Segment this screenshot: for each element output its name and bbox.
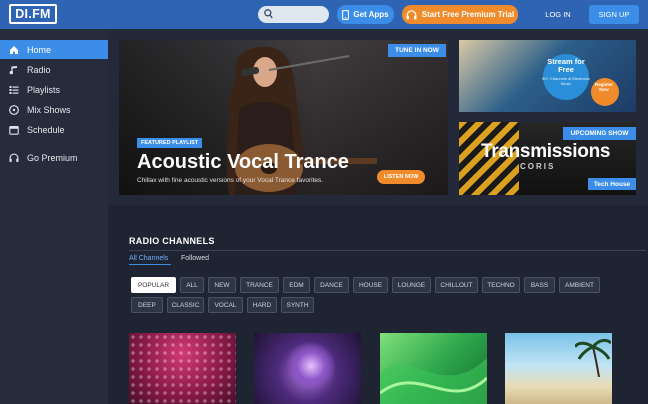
difm-logo[interactable]: DI.FM [9,4,57,24]
featured-playlist-label: FEATURED PLAYLIST [137,138,203,148]
genre-chip-techno[interactable]: TECHNO [482,277,520,293]
search-input[interactable] [276,7,326,22]
promo-title: Stream for Free [547,57,585,74]
genre-chip-edm[interactable]: EDM [283,277,310,293]
tab-all-channels[interactable]: All Channels [129,255,168,262]
active-tab-underline [129,264,171,265]
tile-artwork [380,358,487,404]
register-now-button[interactable]: Register Now [590,82,618,92]
channel-tile[interactable] [254,333,361,404]
home-icon [9,45,19,55]
upcoming-show-artist: CORIS [520,162,556,171]
channel-tile[interactable] [505,333,612,404]
calendar-icon [9,125,19,135]
search-box[interactable] [258,6,329,23]
headphones-icon [9,153,19,163]
featured-title[interactable]: Acoustic Vocal Trance [137,151,349,174]
sidebar-item-playlists[interactable]: Playlists [0,80,108,99]
genre-chip-hard[interactable]: HARD [247,297,277,313]
signup-button[interactable]: SIGN UP [589,5,639,24]
genre-chip-new[interactable]: NEW [208,277,236,293]
genre-chip-classic[interactable]: CLASSIC [167,297,204,313]
tab-followed[interactable]: Followed [181,255,209,262]
disc-icon [9,104,19,115]
genre-chip-bass[interactable]: BASS [524,277,555,293]
genre-chip-all[interactable]: ALL [180,277,204,293]
genre-chip-chillout[interactable]: CHILLOUT [435,277,478,293]
genre-badge[interactable]: Tech House [588,178,636,190]
upcoming-show-title: Transmissions [481,141,611,162]
phone-icon [342,9,350,20]
sidebar-item-label: Schedule [27,124,65,135]
radio-channels-heading: RADIO CHANNELS [129,236,215,246]
featured-description: Chillax with fine acoustic versions of y… [137,177,324,184]
genre-chip-dance[interactable]: DANCE [314,277,349,293]
divider [129,250,646,251]
sidebar-item-label: Go Premium [27,152,78,163]
sidebar-item-label: Playlists [27,84,61,95]
tune-in-now-badge: TUNE IN NOW [388,44,446,57]
channel-tile[interactable] [380,333,487,404]
headphones-icon [406,9,417,19]
premium-trial-button[interactable]: Start Free Premium Trial [402,5,518,24]
genre-chip-house[interactable]: HOUSE [353,277,388,293]
promo-subtitle: 90+ Channels of Electronic Music [542,76,590,86]
genre-chip-deep[interactable]: DEEP [131,297,163,313]
get-apps-label: Get Apps [353,10,389,19]
upcoming-show-badge: UPCOMING SHOW [563,127,636,140]
palm-tree-icon [575,338,611,377]
premium-trial-label: Start Free Premium Trial [421,10,515,19]
channel-tile[interactable] [129,333,236,404]
genre-chip-ambient[interactable]: AMBIENT [559,277,600,293]
music-note-icon [9,65,19,75]
genre-chip-lounge[interactable]: LOUNGE [392,277,431,293]
top-header: DI.FM Get Apps Start Free Premium Trial … [0,0,648,29]
sidebar-item-home[interactable]: Home [0,40,108,59]
sidebar-item-mix-shows[interactable]: Mix Shows [0,100,108,119]
sidebar-item-label: Radio [27,64,51,75]
sidebar-item-label: Mix Shows [27,104,71,115]
get-apps-button[interactable]: Get Apps [337,5,394,24]
listen-now-button[interactable]: LISTEN NOW [377,170,425,184]
genre-chip-synth[interactable]: SYNTH [281,297,314,313]
list-icon [9,85,19,95]
tile-artwork [129,333,236,404]
sidebar-item-schedule[interactable]: Schedule [0,120,108,139]
sidebar-item-go-premium[interactable]: Go Premium [0,148,108,167]
login-link[interactable]: LOG IN [536,5,580,24]
sidebar-item-label: Home [27,44,52,55]
search-icon [264,9,273,19]
sidebar-item-radio[interactable]: Radio [0,60,108,79]
genre-chip-vocal[interactable]: VOCAL [208,297,243,313]
genre-chip-popular[interactable]: POPULAR [131,277,176,293]
genre-chip-trance[interactable]: TRANCE [240,277,279,293]
tile-artwork [286,341,336,391]
